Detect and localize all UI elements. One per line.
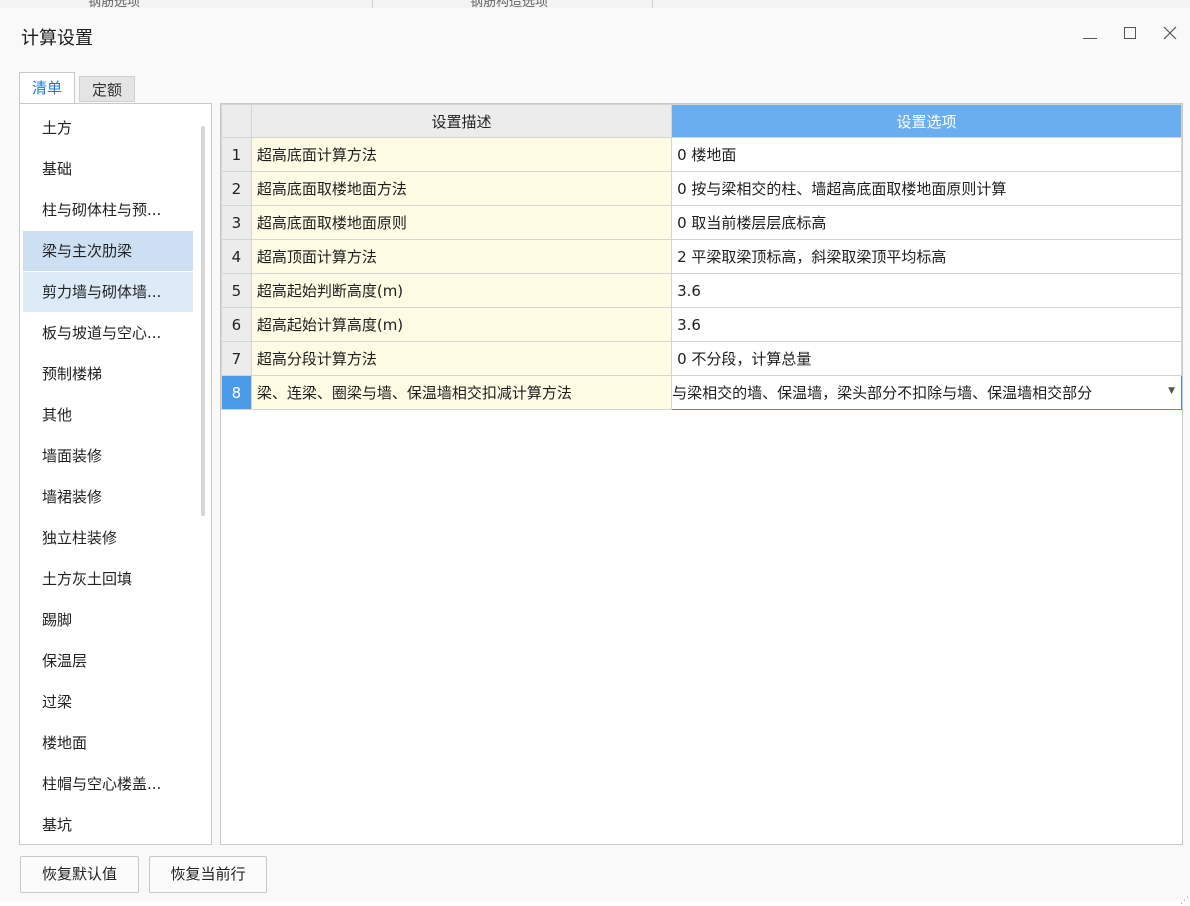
category-item[interactable]: 土方 xyxy=(23,108,193,148)
category-item[interactable]: 预制楼梯 xyxy=(23,354,193,394)
setting-option[interactable]: 0 楼地面 xyxy=(671,137,1182,172)
resize-grip-icon[interactable]: ⋰ xyxy=(1180,896,1189,906)
category-item[interactable]: 柱帽与空心楼盖... xyxy=(23,764,193,804)
category-item[interactable]: 过梁 xyxy=(23,682,193,722)
tab-quota[interactable]: 定额 xyxy=(79,76,135,102)
row-number: 2 xyxy=(221,171,252,206)
category-item[interactable]: 土方灰土回填 xyxy=(23,559,193,599)
settings-grid: 设置描述 设置选项 1 超高底面计算方法 0 楼地面 2 超高底面取楼地面方法 0 按与梁… xyxy=(220,103,1183,845)
setting-option[interactable]: 0 不分段，计算总量 xyxy=(671,341,1182,376)
category-item[interactable]: 其他 xyxy=(23,395,193,435)
close-icon xyxy=(1163,26,1177,40)
close-button[interactable] xyxy=(1155,18,1185,48)
category-item[interactable]: 楼地面 xyxy=(23,723,193,763)
maximize-icon xyxy=(1124,27,1136,39)
setting-description: 超高起始判断高度(m) xyxy=(250,273,673,308)
setting-option[interactable]: 3.6 xyxy=(671,273,1182,308)
setting-description: 超高底面取楼地面原则 xyxy=(250,205,673,240)
category-item[interactable]: 剪力墙与砌体墙... xyxy=(23,272,193,312)
category-list-scrollbar[interactable] xyxy=(201,126,205,516)
setting-option-value: 与梁相交的墙、保温墙，梁头部分不扣除与墙、保温墙相交部分 xyxy=(672,384,1093,402)
table-row[interactable]: 3 超高底面取楼地面原则 0 取当前楼层层底标高 xyxy=(221,205,1182,240)
category-item[interactable]: 墙裙装修 xyxy=(23,477,193,517)
row-number: 6 xyxy=(221,307,252,342)
row-number: 5 xyxy=(221,273,252,308)
table-row[interactable]: 8 梁、连梁、圈梁与墙、保温墙相交扣减计算方法 与梁相交的墙、保温墙，梁头部分不扣除… xyxy=(221,375,1182,410)
setting-description: 超高底面取楼地面方法 xyxy=(250,171,673,206)
table-row[interactable]: 2 超高底面取楼地面方法 0 按与梁相交的柱、墙超高底面取楼地面原则计算 xyxy=(221,171,1182,206)
setting-option[interactable]: 0 按与梁相交的柱、墙超高底面取楼地面原则计算 xyxy=(671,171,1182,206)
row-number-header xyxy=(221,104,252,138)
reset-current-row-button[interactable]: 恢复当前行 xyxy=(149,856,267,893)
category-item[interactable]: 基础 xyxy=(23,149,193,189)
calculation-settings-dialog: 计算设置 清单 定额 土方 基础 柱与砌体柱与预... 梁与主次肋梁 剪力墙与砌体墙..… xyxy=(0,8,1190,906)
category-item[interactable]: 踢脚 xyxy=(23,600,193,640)
setting-description: 超高顶面计算方法 xyxy=(250,239,673,274)
setting-option-dropdown[interactable]: 与梁相交的墙、保温墙，梁头部分不扣除与墙、保温墙相交部分 ▼ xyxy=(671,375,1182,410)
category-item[interactable]: 保温层 xyxy=(23,641,193,681)
row-number: 3 xyxy=(221,205,252,240)
setting-description: 梁、连梁、圈梁与墙、保温墙相交扣减计算方法 xyxy=(250,375,673,410)
maximize-button[interactable] xyxy=(1115,18,1145,48)
header-option[interactable]: 设置选项 xyxy=(671,104,1182,138)
header-description[interactable]: 设置描述 xyxy=(250,104,673,138)
row-number: 4 xyxy=(221,239,252,274)
table-row[interactable]: 4 超高顶面计算方法 2 平梁取梁顶标高，斜梁取梁顶平均标高 xyxy=(221,239,1182,274)
category-item[interactable]: 独立柱装修 xyxy=(23,518,193,558)
setting-description: 超高起始计算高度(m) xyxy=(250,307,673,342)
setting-option[interactable]: 3.6 xyxy=(671,307,1182,342)
category-item[interactable]: 梁与主次肋梁 xyxy=(23,231,193,271)
dialog-title: 计算设置 xyxy=(21,28,93,49)
row-number: 7 xyxy=(221,341,252,376)
table-row[interactable]: 5 超高起始判断高度(m) 3.6 xyxy=(221,273,1182,308)
setting-description: 超高分段计算方法 xyxy=(250,341,673,376)
background-tab-divider xyxy=(652,0,653,8)
table-row[interactable]: 7 超高分段计算方法 0 不分段，计算总量 xyxy=(221,341,1182,376)
minimize-button[interactable] xyxy=(1075,18,1105,48)
setting-description: 超高底面计算方法 xyxy=(250,137,673,172)
row-number: 1 xyxy=(221,137,252,172)
category-item[interactable]: 柱与砌体柱与预... xyxy=(23,190,193,230)
minimize-icon xyxy=(1083,37,1097,39)
row-number: 8 xyxy=(221,375,252,410)
table-row[interactable]: 1 超高底面计算方法 0 楼地面 xyxy=(221,137,1182,172)
grid-header-row: 设置描述 设置选项 xyxy=(221,104,1182,138)
setting-option[interactable]: 2 平梁取梁顶标高，斜梁取梁顶平均标高 xyxy=(671,239,1182,274)
dropdown-arrow-icon[interactable]: ▼ xyxy=(1168,386,1175,396)
category-item[interactable]: 板与坡道与空心... xyxy=(23,313,193,353)
table-row[interactable]: 6 超高起始计算高度(m) 3.6 xyxy=(221,307,1182,342)
background-tab-divider xyxy=(372,0,373,8)
category-item[interactable]: 基坑 xyxy=(23,805,193,844)
category-item[interactable]: 墙面装修 xyxy=(23,436,193,476)
category-list: 土方 基础 柱与砌体柱与预... 梁与主次肋梁 剪力墙与砌体墙... 板与坡道与空心...… xyxy=(19,103,212,845)
setting-option[interactable]: 0 取当前楼层层底标高 xyxy=(671,205,1182,240)
reset-default-button[interactable]: 恢复默认值 xyxy=(20,856,139,893)
tab-bill[interactable]: 清单 xyxy=(19,72,75,104)
